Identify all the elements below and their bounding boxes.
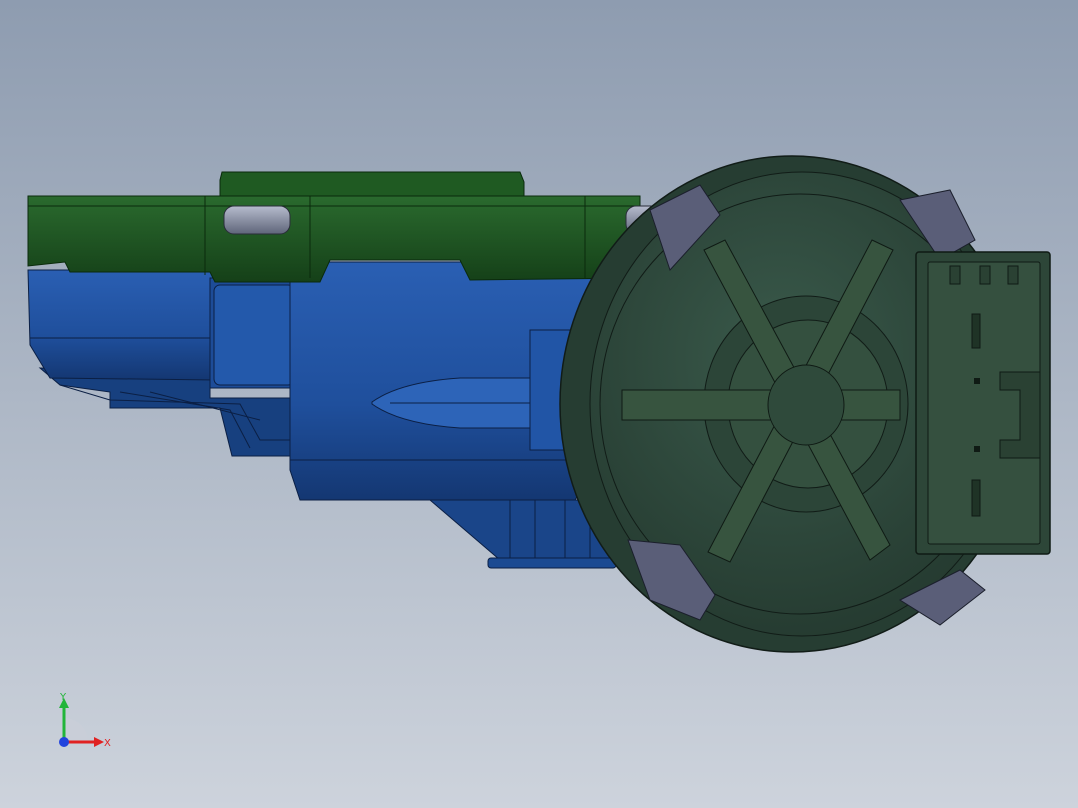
housing-bolt-boss — [213, 284, 295, 386]
connector-latch — [979, 265, 991, 285]
housing-left-block — [27, 269, 216, 381]
connector-housing[interactable] — [915, 251, 1051, 555]
screw-head — [223, 205, 291, 235]
connector-pin-slot — [971, 479, 981, 517]
connector-pin — [974, 446, 980, 452]
y-axis-label: Y — [59, 692, 67, 703]
z-axis-dot — [59, 737, 69, 747]
x-axis-label: X — [104, 738, 111, 749]
connector-pin — [974, 378, 980, 384]
connector-latch — [1007, 265, 1019, 285]
wheel-center-boss — [767, 364, 845, 446]
connector-pin-slot — [971, 313, 981, 349]
spoke-horizontal — [621, 389, 901, 421]
cad-model-scene[interactable]: Y X — [0, 0, 1078, 808]
connector-latch — [949, 265, 961, 285]
housing-rib-foot — [487, 557, 617, 569]
cover-raised-top — [219, 171, 525, 199]
graphics-viewport[interactable]: Y X — [0, 0, 1078, 808]
